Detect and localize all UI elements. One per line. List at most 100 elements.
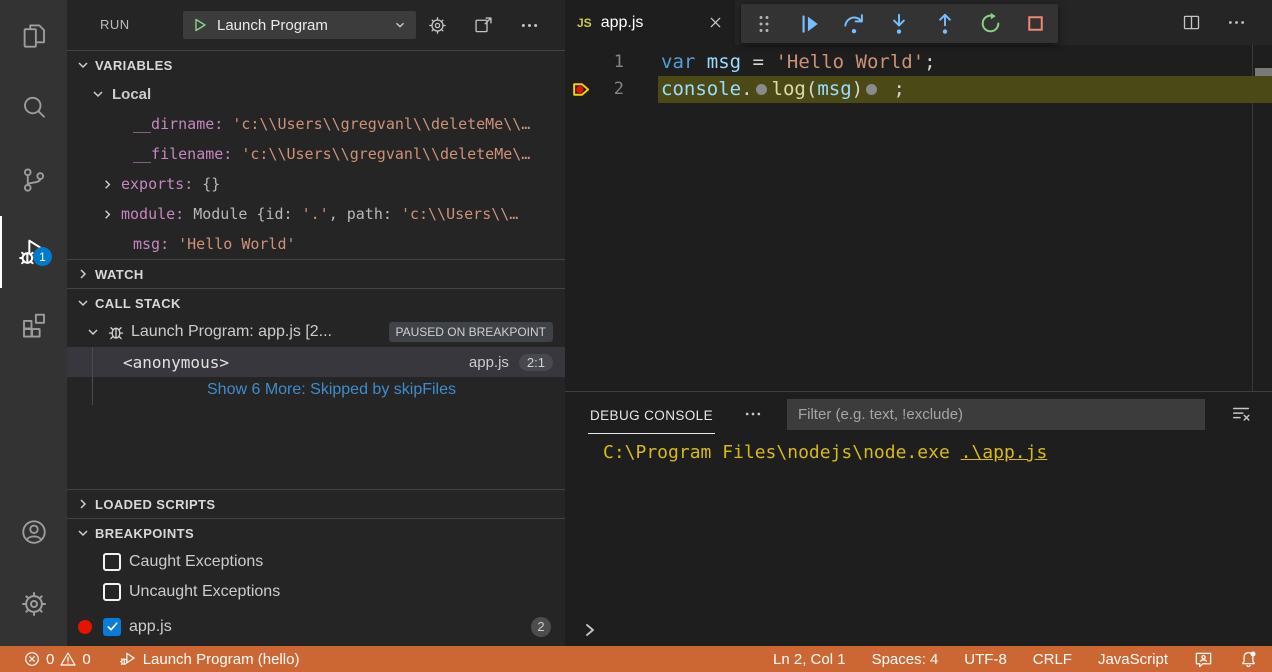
debug-console-panel: DEBUG CONSOLE C:\Program Files\nodejs\no… bbox=[565, 391, 1272, 646]
console-output-file-link[interactable]: .\app.js bbox=[961, 442, 1048, 463]
more-actions-icon[interactable] bbox=[743, 404, 763, 424]
variable-row[interactable]: exports:{} bbox=[67, 169, 565, 199]
variable-name: __dirname: bbox=[133, 115, 223, 133]
variable-name: exports: bbox=[121, 175, 193, 193]
chevron-down-icon bbox=[85, 324, 101, 340]
source-control-icon[interactable] bbox=[0, 144, 67, 216]
sidebar-actions bbox=[427, 0, 540, 50]
variable-value: 'c:\\Users\\gregvanl\\deleteMe\\… bbox=[232, 115, 530, 133]
eol-setting[interactable]: CRLF bbox=[1033, 651, 1072, 668]
chevron-right-icon[interactable] bbox=[100, 207, 115, 222]
warning-count: 0 bbox=[82, 651, 90, 668]
debug-console-icon[interactable] bbox=[473, 15, 494, 36]
encoding-setting[interactable]: UTF-8 bbox=[964, 651, 1007, 668]
call-stack-empty-space bbox=[67, 403, 565, 489]
launch-config-label: Launch Program bbox=[217, 17, 393, 34]
breakpoint-count-badge: 2 bbox=[531, 617, 551, 637]
start-debug-icon[interactable] bbox=[192, 17, 208, 33]
checkbox-checked[interactable] bbox=[103, 618, 121, 636]
debug-session-row[interactable]: Launch Program: app.js [2... PAUSED ON B… bbox=[67, 317, 565, 347]
section-label: LOADED SCRIPTS bbox=[95, 497, 215, 512]
more-actions-icon[interactable] bbox=[519, 15, 540, 36]
step-into-icon bbox=[886, 11, 912, 37]
clear-console-icon[interactable] bbox=[1230, 403, 1252, 425]
bug-icon bbox=[107, 323, 125, 341]
close-icon[interactable] bbox=[708, 15, 723, 30]
code-line-1: 1 var msg = 'Hello World'; bbox=[565, 49, 1272, 76]
debug-session-status[interactable]: Launch Program (hello) bbox=[119, 650, 300, 668]
stop-icon bbox=[1023, 11, 1048, 36]
breakpoint-row-appjs[interactable]: app.js 2 bbox=[67, 607, 565, 646]
variable-name: module: bbox=[121, 205, 184, 223]
explorer-icon[interactable] bbox=[0, 0, 67, 72]
split-editor-icon[interactable] bbox=[1181, 12, 1202, 33]
restart-icon bbox=[978, 11, 1003, 36]
warning-icon bbox=[60, 651, 76, 667]
variable-row[interactable]: module:Module {id: '.', path: 'c:\\Users… bbox=[67, 199, 565, 229]
breakpoint-row-uncaught-exceptions[interactable]: Uncaught Exceptions bbox=[67, 577, 565, 607]
variable-row[interactable]: __filename:'c:\\Users\\gregvanl\\deleteM… bbox=[67, 139, 565, 169]
checkbox-unchecked[interactable] bbox=[103, 553, 121, 571]
chevron-right-icon[interactable] bbox=[100, 177, 115, 192]
error-icon bbox=[24, 651, 40, 667]
breakpoint-row-caught-exceptions[interactable]: Caught Exceptions bbox=[67, 547, 565, 577]
notifications-button[interactable] bbox=[1239, 650, 1258, 669]
tree-indent-guide bbox=[92, 347, 93, 405]
call-stack-section-header[interactable]: CALL STACK bbox=[67, 288, 565, 317]
feedback-smiley-icon bbox=[1194, 650, 1213, 669]
session-label: Launch Program: app.js [2... bbox=[131, 323, 332, 341]
run-and-debug-icon[interactable]: 1 bbox=[0, 216, 67, 288]
stack-frame-row-selected[interactable]: <anonymous> app.js 2:1 bbox=[67, 347, 565, 377]
open-launch-json-gear-icon[interactable] bbox=[427, 15, 448, 36]
continue-icon bbox=[796, 11, 822, 37]
vscode-window: 1 RUN L bbox=[0, 0, 1272, 672]
paused-breakpoint-arrow-icon[interactable] bbox=[571, 79, 593, 100]
variable-name: __filename: bbox=[133, 145, 232, 163]
restart-button[interactable] bbox=[973, 7, 1007, 41]
language-mode[interactable]: JavaScript bbox=[1098, 651, 1168, 668]
show-skipped-frames-link[interactable]: Show 6 More: Skipped by skipFiles bbox=[67, 377, 565, 403]
cursor-position[interactable]: Ln 2, Col 1 bbox=[773, 651, 846, 668]
accounts-icon[interactable] bbox=[0, 496, 67, 568]
stop-button[interactable] bbox=[1018, 7, 1052, 41]
tab-appjs[interactable]: JS app.js bbox=[565, 0, 735, 45]
status-bar: 0 0 Launch Program (hello) Ln 2, Col 1 S… bbox=[0, 646, 1272, 672]
watch-section-header[interactable]: WATCH bbox=[67, 259, 565, 288]
breakpoints-section-header[interactable]: BREAKPOINTS bbox=[67, 518, 565, 547]
scope-local-row[interactable]: Local bbox=[67, 79, 565, 109]
console-input-row[interactable] bbox=[565, 617, 1272, 643]
indentation-setting[interactable]: Spaces: 4 bbox=[872, 651, 939, 668]
notification-dot bbox=[1251, 651, 1256, 656]
console-output-line: C:\Program Files\nodejs\node.exe .\app.j… bbox=[603, 442, 1272, 463]
frame-file: app.js bbox=[469, 354, 509, 371]
settings-gear-icon[interactable] bbox=[0, 568, 67, 640]
more-actions-icon[interactable] bbox=[1226, 12, 1247, 33]
step-into-button[interactable] bbox=[882, 7, 916, 41]
code-editor[interactable]: 1 var msg = 'Hello World'; 2 console.log… bbox=[565, 45, 1272, 391]
variable-row[interactable]: msg:'Hello World' bbox=[67, 229, 565, 259]
variable-row[interactable]: __dirname: 'c:\\Users\\gregvanl\\deleteMe… bbox=[67, 109, 565, 139]
feedback-button[interactable] bbox=[1194, 650, 1213, 669]
console-filter-input[interactable] bbox=[787, 399, 1205, 430]
continue-button[interactable] bbox=[792, 7, 826, 41]
step-out-button[interactable] bbox=[928, 7, 962, 41]
section-label: WATCH bbox=[95, 267, 144, 282]
line-content: var msg = 'Hello World'; bbox=[661, 49, 936, 76]
loaded-scripts-section-header[interactable]: LOADED SCRIPTS bbox=[67, 489, 565, 518]
debug-toolbar bbox=[741, 4, 1058, 43]
problems-indicator[interactable]: 0 0 bbox=[24, 651, 91, 668]
scrollbar-slider[interactable] bbox=[1255, 68, 1272, 76]
launch-config-dropdown[interactable]: Launch Program bbox=[183, 11, 416, 39]
step-over-button[interactable] bbox=[837, 7, 871, 41]
breakpoint-label: Caught Exceptions bbox=[129, 553, 263, 571]
search-icon[interactable] bbox=[0, 72, 67, 144]
variables-section-header[interactable]: VARIABLES bbox=[67, 50, 565, 79]
chevron-down-icon bbox=[75, 525, 91, 541]
chevron-down-icon bbox=[393, 18, 407, 32]
tab-debug-console[interactable]: DEBUG CONSOLE bbox=[588, 395, 715, 434]
extensions-icon[interactable] bbox=[0, 288, 67, 360]
check-icon bbox=[106, 620, 119, 633]
editor-group: JS app.js bbox=[565, 0, 1272, 391]
checkbox-unchecked[interactable] bbox=[103, 583, 121, 601]
toolbar-drag-grip[interactable] bbox=[747, 7, 781, 41]
